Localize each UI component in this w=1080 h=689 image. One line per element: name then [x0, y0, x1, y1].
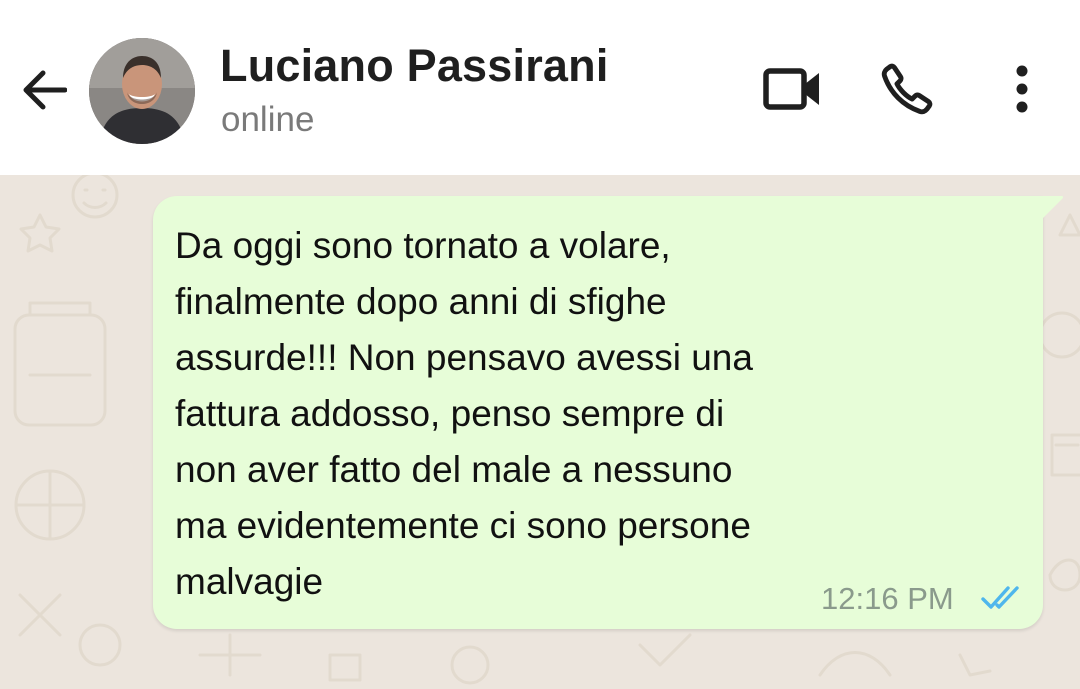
chat-header: Luciano Passirani online [0, 0, 1080, 175]
double-check-read-icon [981, 584, 1023, 617]
arrow-left-icon [21, 70, 68, 115]
video-call-button[interactable] [760, 62, 826, 120]
message-bubble[interactable]: Da oggi sono tornato a volare, finalment… [153, 196, 1043, 629]
voice-call-button[interactable] [875, 60, 939, 122]
more-options-button[interactable] [1000, 62, 1044, 120]
contact-status: online [221, 100, 315, 139]
message-text: Da oggi sono tornato a volare, finalment… [175, 225, 753, 602]
avatar[interactable] [89, 38, 195, 144]
video-camera-icon [763, 65, 823, 118]
back-button[interactable] [18, 66, 70, 118]
contact-name[interactable]: Luciano Passirani [220, 40, 609, 92]
profile-photo [89, 38, 195, 144]
bubble-tail [1038, 196, 1064, 218]
message-time: 12:16 PM [821, 581, 954, 616]
phone-icon [879, 61, 935, 122]
chat-area[interactable]: Da oggi sono tornato a volare, finalment… [0, 175, 1080, 689]
more-vertical-icon [1015, 65, 1029, 118]
